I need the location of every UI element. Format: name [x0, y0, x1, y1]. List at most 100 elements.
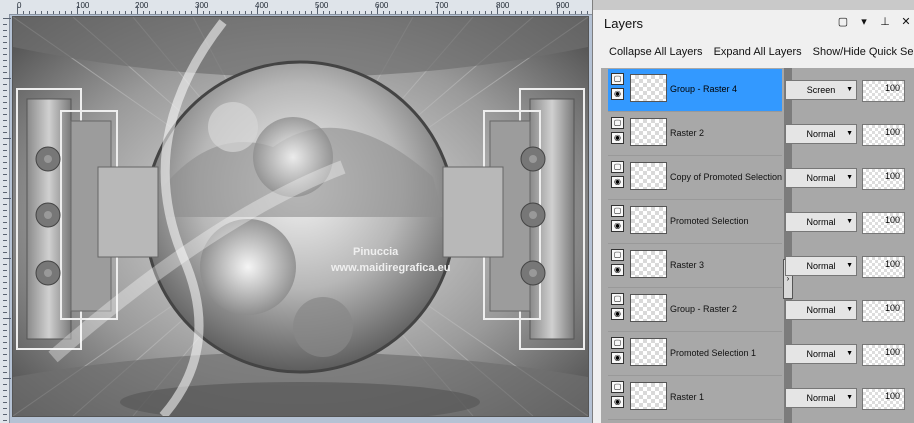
opacity-field[interactable]: 100	[862, 344, 905, 366]
blend-mode-select[interactable]: Normal ▼	[785, 212, 857, 232]
layer-row[interactable]: ▢ ◉ Group - Raster 2	[608, 289, 782, 332]
ruler-tick	[191, 11, 192, 14]
layer-type-icon[interactable]: ▢	[611, 205, 624, 217]
ruler-tick	[3, 342, 7, 343]
watermark-name: Pinuccia	[353, 246, 399, 258]
ruler-tick	[89, 11, 90, 14]
layers-splitter[interactable]: ›	[783, 68, 793, 423]
ruler-tick	[3, 246, 7, 247]
visibility-eye-icon[interactable]: ◉	[611, 396, 624, 408]
layer-row[interactable]: ▢ ◉ Raster 1	[608, 377, 782, 420]
opacity-field[interactable]: 100	[862, 168, 905, 190]
restore-icon[interactable]: ▢	[836, 15, 850, 28]
visibility-eye-icon[interactable]: ◉	[611, 308, 624, 320]
blend-mode-select[interactable]: Screen ▼	[785, 80, 857, 100]
visibility-eye-icon[interactable]: ◉	[611, 88, 624, 100]
layer-row[interactable]: ▢ ◉ Copy of Promoted Selection	[608, 157, 782, 200]
ruler-tick	[287, 11, 288, 14]
opacity-field[interactable]: 100	[862, 124, 905, 146]
ruler-tick	[3, 228, 7, 229]
layer-thumbnail[interactable]	[630, 206, 667, 234]
layer-row[interactable]: ▢ ◉ Raster 2	[608, 113, 782, 156]
layer-thumbnail[interactable]	[630, 382, 667, 410]
ruler-tick	[335, 11, 336, 14]
ruler-tick	[107, 11, 108, 14]
ruler-tick	[371, 11, 372, 14]
visibility-eye-icon[interactable]: ◉	[611, 176, 624, 188]
blend-mode-select[interactable]: Normal ▼	[785, 124, 857, 144]
pin-icon[interactable]: ⊥	[878, 15, 892, 28]
layer-thumbnail[interactable]	[630, 162, 667, 190]
visibility-eye-icon[interactable]: ◉	[611, 220, 624, 232]
collapse-all-layers-button[interactable]: Collapse All Layers	[609, 46, 703, 58]
layer-type-icon[interactable]: ▢	[611, 337, 624, 349]
layer-row[interactable]: ▢ ◉ Raster 3	[608, 245, 782, 288]
document-canvas[interactable]: Pinuccia www.maidiregrafica.eu	[12, 16, 589, 417]
layer-name: Raster 2	[670, 128, 705, 138]
ruler-tick	[587, 11, 588, 14]
ruler-tick	[3, 318, 11, 319]
layer-type-icon[interactable]: ▢	[611, 249, 624, 261]
dropdown-arrow-icon: ▼	[846, 130, 853, 137]
layer-type-icon[interactable]: ▢	[611, 381, 624, 393]
ruler-tick	[3, 366, 7, 367]
ruler-tick	[149, 11, 150, 14]
visibility-eye-icon[interactable]: ◉	[611, 264, 624, 276]
show-hide-quick-search-button[interactable]: Show/Hide Quick Se	[813, 46, 914, 58]
layer-thumbnail[interactable]	[630, 118, 667, 146]
layers-list[interactable]: › ▢ ◉ Group - Raster 4 Screen ▼ 100 ▢ ◉ Raster 2…	[601, 68, 914, 423]
blend-mode-select[interactable]: Normal ▼	[785, 256, 857, 276]
layer-name: Copy of Promoted Selection	[670, 172, 782, 182]
layer-icons: ▢ ◉	[611, 337, 627, 367]
opacity-field[interactable]: 100	[862, 256, 905, 278]
layer-type-icon[interactable]: ▢	[611, 117, 624, 129]
layer-row[interactable]: ▢ ◉ Promoted Selection	[608, 201, 782, 244]
layer-row[interactable]: ▢ ◉ Promoted Selection 1	[608, 333, 782, 376]
blend-mode-select[interactable]: Normal ▼	[785, 344, 857, 364]
opacity-field[interactable]: 100	[862, 80, 905, 102]
layer-type-icon[interactable]: ▢	[611, 293, 624, 305]
ruler-tick	[359, 11, 360, 14]
close-icon[interactable]: ✕	[899, 15, 913, 28]
visibility-eye-icon[interactable]: ◉	[611, 352, 624, 364]
layer-row[interactable]: ▢ ◉ Group - Raster 4	[608, 69, 782, 112]
blend-mode-select[interactable]: Normal ▼	[785, 168, 857, 188]
ruler-tick	[329, 11, 330, 14]
blend-mode-label: Normal	[806, 261, 836, 271]
palette-title-bar[interactable]: Layers ▢ ▾ ⊥ ✕	[593, 10, 914, 36]
ruler-tick	[563, 11, 564, 14]
ruler-tick	[3, 30, 7, 31]
blend-mode-select[interactable]: Normal ▼	[785, 388, 857, 408]
opacity-value: 100	[884, 171, 900, 181]
ruler-tick	[3, 258, 11, 259]
layer-type-icon[interactable]: ▢	[611, 161, 624, 173]
ruler-tick	[227, 11, 228, 14]
layers-toolbar: Collapse All Layers Expand All Layers Sh…	[593, 36, 914, 68]
opacity-field[interactable]: 100	[862, 212, 905, 234]
layer-name: Raster 3	[670, 260, 705, 270]
layer-icons: ▢ ◉	[611, 293, 627, 323]
layer-thumbnail[interactable]	[630, 74, 667, 102]
blend-mode-select[interactable]: Normal ▼	[785, 300, 857, 320]
opacity-field[interactable]: 100	[862, 300, 905, 322]
layer-name: Promoted Selection 1	[670, 348, 757, 358]
opacity-field[interactable]: 100	[862, 388, 905, 410]
chevron-down-icon[interactable]: ▾	[857, 15, 871, 28]
ruler-tick	[3, 420, 7, 421]
canvas-area[interactable]: 0 100 200 300 400 500 600 700 800 900 Pi…	[0, 0, 592, 423]
expand-all-layers-button[interactable]: Expand All Layers	[714, 46, 802, 58]
ruler-tick	[35, 11, 36, 14]
visibility-eye-icon[interactable]: ◉	[611, 132, 624, 144]
ruler-tick	[3, 348, 7, 349]
top-ruler: 0 100 200 300 400 500 600 700 800 900	[0, 0, 592, 15]
layer-thumbnail[interactable]	[630, 250, 667, 278]
ruler-tick	[3, 384, 7, 385]
layer-thumbnail[interactable]	[630, 294, 667, 322]
ruler-tick	[3, 276, 7, 277]
ruler-tick	[59, 11, 60, 14]
ruler-tick	[533, 11, 534, 14]
ruler-tick	[3, 360, 7, 361]
layer-type-icon[interactable]: ▢	[611, 73, 624, 85]
left-ruler	[0, 14, 11, 423]
layer-thumbnail[interactable]	[630, 338, 667, 366]
